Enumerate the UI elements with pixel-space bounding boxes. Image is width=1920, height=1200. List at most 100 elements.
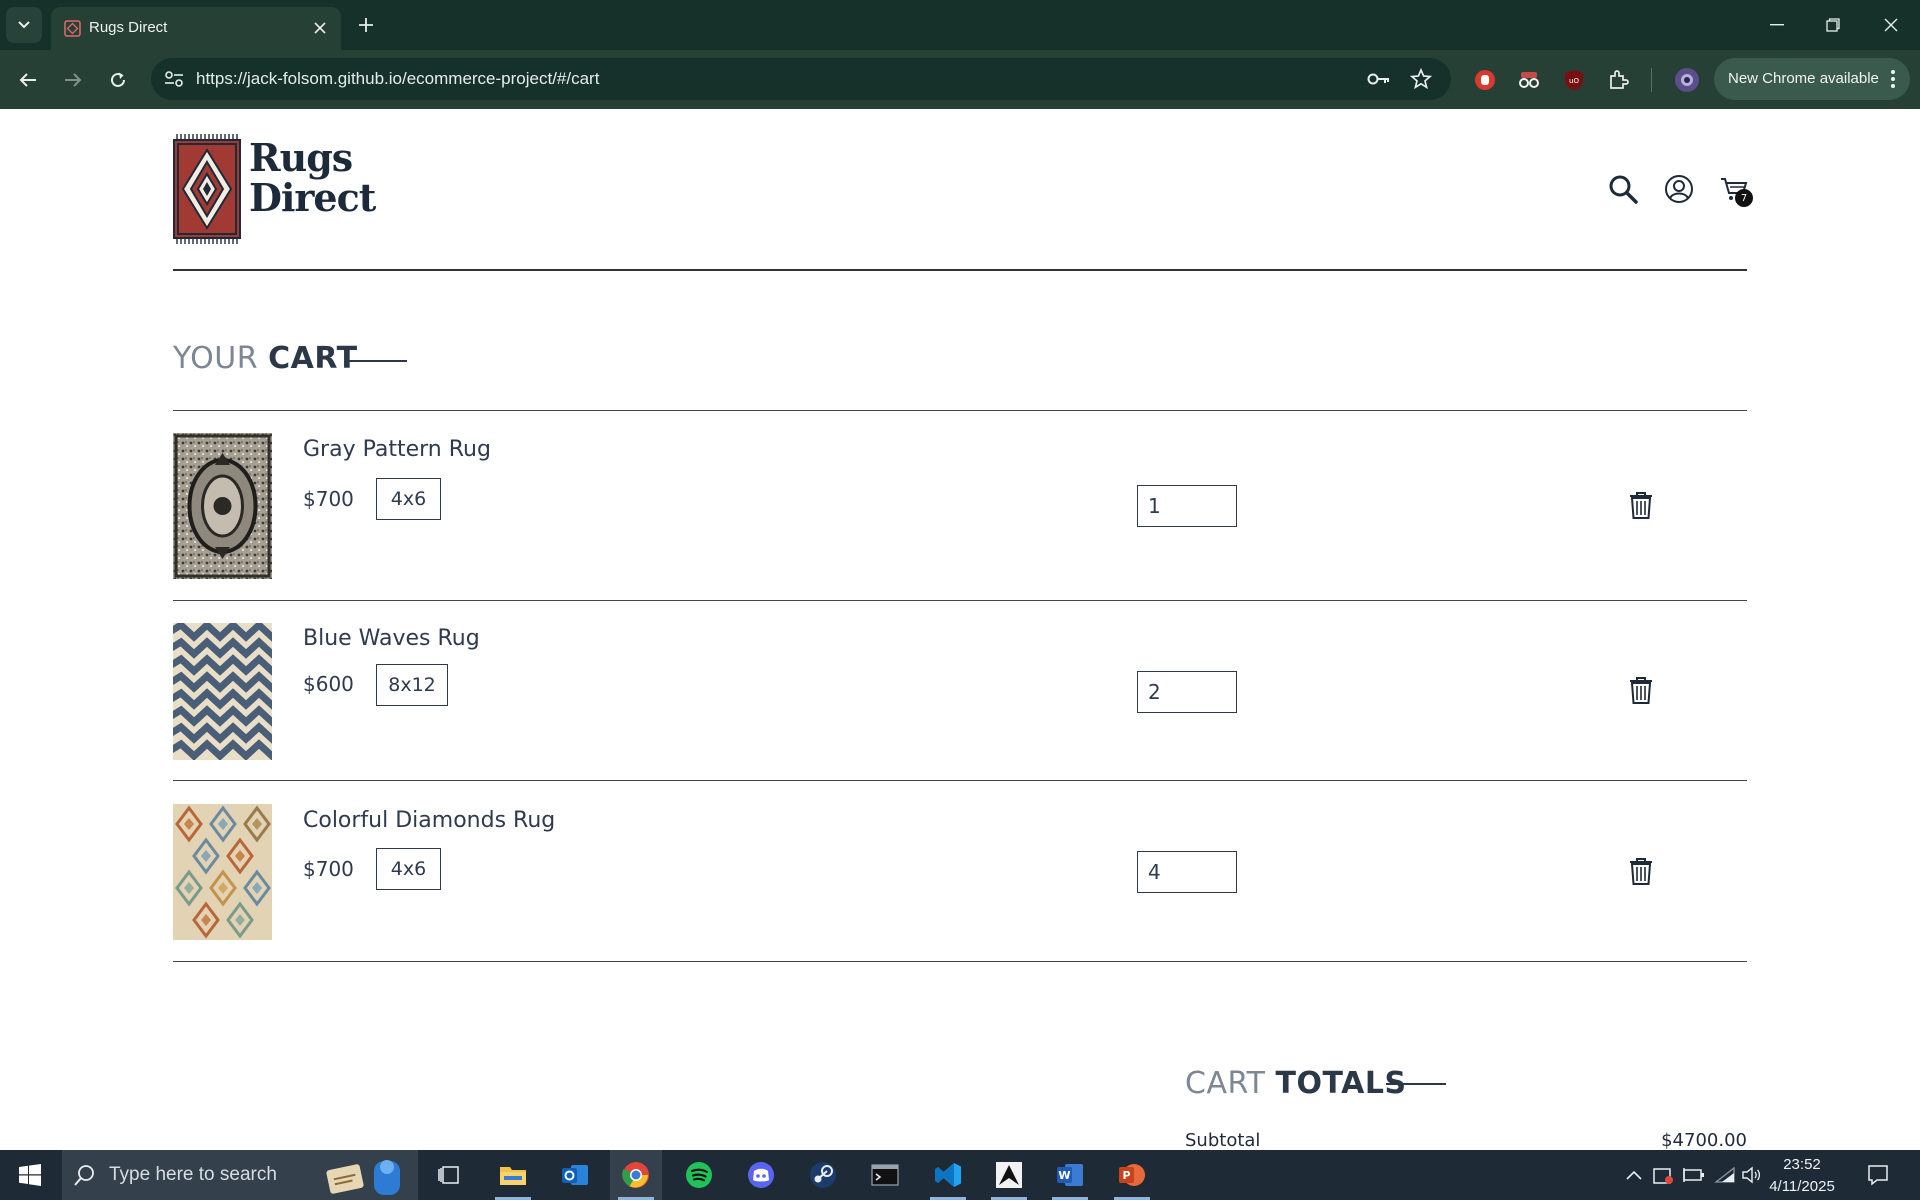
logo-line-2: Direct xyxy=(249,175,376,220)
battery-icon[interactable] xyxy=(1683,1164,1705,1186)
chrome-update-button[interactable]: New Chrome available xyxy=(1714,58,1910,100)
page-content: Rugs Direct 7 YOUR CART Gray Pattern Rug… xyxy=(0,109,1920,1150)
search-highlight-icon xyxy=(326,1160,400,1195)
browser-tab[interactable]: Rugs Direct xyxy=(51,7,341,50)
cart-heading-bold: CART xyxy=(268,341,358,376)
rug-favicon-icon xyxy=(64,20,81,37)
trash-icon[interactable] xyxy=(1628,491,1654,519)
new-tab-icon[interactable] xyxy=(353,12,379,38)
minimize-icon[interactable] xyxy=(1762,10,1792,40)
file-explorer-icon[interactable] xyxy=(487,1150,539,1200)
task-view-icon[interactable] xyxy=(423,1150,475,1200)
back-icon[interactable] xyxy=(13,65,43,95)
ublock-extension-icon[interactable]: uO xyxy=(1560,66,1588,94)
item-size: 4x6 xyxy=(376,478,441,520)
cart-heading-light: YOUR xyxy=(173,341,259,376)
cart-heading: YOUR CART xyxy=(173,341,358,376)
restore-icon[interactable] xyxy=(1818,10,1848,40)
spotify-icon[interactable] xyxy=(673,1150,725,1200)
taskbar: Type here to search W P 23:52 4/11/2025 xyxy=(0,1150,1920,1200)
bookmark-star-icon[interactable] xyxy=(1409,68,1433,90)
cart-count-badge: 7 xyxy=(1735,189,1753,207)
rug-logo-icon xyxy=(173,134,241,244)
totals-heading: CART TOTALS xyxy=(1185,1066,1407,1101)
tab-strip: Rugs Direct xyxy=(0,0,1920,50)
quantity-input[interactable] xyxy=(1137,851,1237,893)
taskbar-search-placeholder: Type here to search xyxy=(109,1164,277,1185)
search-icon xyxy=(74,1165,94,1186)
item-price: $700 xyxy=(303,487,354,511)
toolbar-separator xyxy=(1651,68,1652,92)
windows-start-icon[interactable] xyxy=(0,1150,60,1200)
outlook-icon[interactable] xyxy=(549,1150,601,1200)
security-tray-icon[interactable] xyxy=(1652,1164,1674,1186)
vscode-icon[interactable] xyxy=(922,1150,974,1200)
terminal-icon[interactable] xyxy=(859,1150,911,1200)
cart-top-divider xyxy=(173,410,1747,411)
url-text[interactable]: https://jack-folsom.github.io/ecommerce-… xyxy=(196,69,599,89)
svg-text:P: P xyxy=(1122,1169,1130,1182)
volume-icon[interactable] xyxy=(1741,1164,1763,1186)
browser-toolbar: https://jack-folsom.github.io/ecommerce-… xyxy=(0,50,1920,109)
notifications-icon[interactable] xyxy=(1867,1164,1889,1186)
inkscape-app-icon[interactable] xyxy=(983,1150,1035,1200)
site-logo[interactable]: Rugs Direct xyxy=(173,134,376,244)
cart-bottom-divider xyxy=(173,961,1747,962)
totals-heading-light: CART xyxy=(1185,1066,1266,1101)
totals-heading-line xyxy=(1386,1083,1446,1085)
tab-title: Rugs Direct xyxy=(89,19,168,36)
steam-icon[interactable] xyxy=(797,1150,849,1200)
reload-icon[interactable] xyxy=(103,65,133,95)
password-key-icon[interactable] xyxy=(1367,68,1391,90)
trash-icon[interactable] xyxy=(1628,857,1654,885)
trash-icon[interactable] xyxy=(1628,676,1654,704)
header-divider xyxy=(173,269,1747,271)
cart-row-divider xyxy=(173,780,1747,781)
discord-icon[interactable] xyxy=(735,1150,787,1200)
extensions-puzzle-icon[interactable] xyxy=(1605,66,1633,94)
taskbar-search-box[interactable]: Type here to search xyxy=(62,1150,418,1200)
account-icon[interactable] xyxy=(1663,173,1695,205)
more-menu-icon xyxy=(1891,70,1895,88)
glasses-extension-icon[interactable] xyxy=(1515,66,1543,94)
chevron-down-icon xyxy=(18,21,30,29)
logo-text: Rugs Direct xyxy=(249,135,376,220)
item-size: 4x6 xyxy=(376,848,441,890)
chrome-taskbar-icon[interactable] xyxy=(610,1150,662,1200)
clock-date: 4/11/2025 xyxy=(1769,1178,1835,1195)
powerpoint-icon[interactable]: P xyxy=(1106,1150,1158,1200)
tab-search-button[interactable] xyxy=(6,7,42,43)
tab-close-icon[interactable] xyxy=(311,19,329,37)
quantity-input[interactable] xyxy=(1137,485,1237,527)
address-bar[interactable]: https://jack-folsom.github.io/ecommerce-… xyxy=(151,58,1451,100)
item-name[interactable]: Colorful Diamonds Rug xyxy=(303,808,555,833)
system-clock[interactable]: 23:52 4/11/2025 xyxy=(1762,1154,1842,1198)
cart-heading-line xyxy=(347,360,407,362)
item-price: $700 xyxy=(303,857,354,881)
close-window-icon[interactable] xyxy=(1876,10,1906,40)
clock-time: 23:52 xyxy=(1783,1156,1821,1173)
update-label: New Chrome available xyxy=(1728,70,1879,87)
colorful-diamonds-rug-image[interactable] xyxy=(173,804,272,940)
subtotal-value: $4700.00 xyxy=(1661,1130,1747,1150)
profile-avatar-icon[interactable] xyxy=(1673,66,1701,94)
item-name[interactable]: Gray Pattern Rug xyxy=(303,437,491,462)
cart-row-divider xyxy=(173,600,1747,601)
search-icon[interactable] xyxy=(1607,173,1639,205)
svg-text:uO: uO xyxy=(1569,77,1579,85)
svg-text:W: W xyxy=(1058,1169,1070,1182)
wifi-icon[interactable] xyxy=(1714,1164,1736,1186)
subtotal-label: Subtotal xyxy=(1185,1130,1261,1150)
forward-icon[interactable] xyxy=(58,65,88,95)
item-price: $600 xyxy=(303,672,354,696)
stop-hand-extension-icon[interactable] xyxy=(1471,66,1499,94)
blue-waves-rug-image[interactable] xyxy=(173,623,272,760)
logo-line-1: Rugs xyxy=(249,135,353,180)
chevron-up-icon[interactable] xyxy=(1623,1164,1645,1186)
site-info-icon[interactable] xyxy=(163,69,185,89)
gray-pattern-rug-image[interactable] xyxy=(173,433,272,579)
item-name[interactable]: Blue Waves Rug xyxy=(303,626,480,651)
word-icon[interactable]: W xyxy=(1044,1150,1096,1200)
item-size: 8x12 xyxy=(376,664,448,706)
quantity-input[interactable] xyxy=(1137,671,1237,713)
